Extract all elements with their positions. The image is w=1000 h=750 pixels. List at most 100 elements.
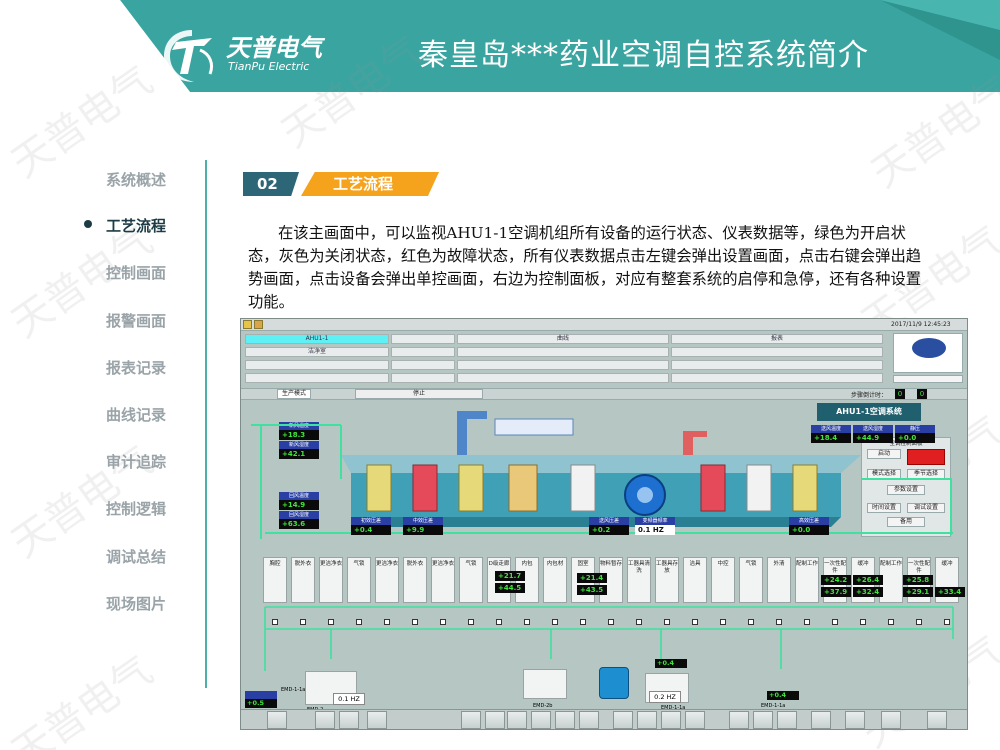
room-readout[interactable]: +21.4 (577, 573, 607, 583)
room-box[interactable]: 外清 (767, 557, 791, 603)
up-arrow-icon[interactable] (531, 711, 551, 729)
readout-label: 静压 (895, 425, 935, 433)
slide: 天普电气 TianPu Electric 秦皇岛***药业空调自控系统简介 天普… (0, 0, 1000, 750)
sound-icon[interactable] (881, 711, 901, 729)
readout-value: +9.9 (403, 525, 443, 535)
back-icon[interactable] (685, 711, 705, 729)
room-box[interactable]: 更洁净衣 (375, 557, 399, 603)
nav-row[interactable] (391, 360, 455, 370)
exhaust-pressure-value-2: +0.4 (655, 659, 687, 668)
tab-ahu[interactable]: AHU1-1 (245, 334, 389, 344)
user-icon[interactable] (315, 711, 335, 729)
readout-value: +0.4 (351, 525, 391, 535)
confirm-icon[interactable] (927, 711, 947, 729)
section-header: 02 工艺流程 (243, 172, 443, 196)
company-logo: 天普电气 TianPu Electric (160, 26, 350, 86)
unit-tag: EMD-1-1a (281, 687, 306, 693)
supply-air-temp-readout[interactable]: 送风温度 +18.4 (811, 425, 851, 443)
readout-value: +37.9 (821, 587, 851, 597)
room-readout[interactable]: +44.5 (495, 583, 525, 593)
tab-report[interactable]: 报表 (671, 334, 883, 344)
section-title: 工艺流程 (301, 172, 439, 196)
sidebar-item-overview[interactable]: 系统概述 (106, 169, 958, 190)
room-box[interactable]: 脱外衣 (403, 557, 427, 603)
supply-air-humidity-readout[interactable]: 送风湿度 +44.9 (853, 425, 893, 443)
clean-room-button[interactable]: 洁净室 (245, 347, 389, 357)
room-box[interactable]: 气锁 (739, 557, 763, 603)
room-readout[interactable]: +37.9 (821, 587, 851, 597)
tab-curve[interactable]: 曲线 (457, 334, 669, 344)
nav-row[interactable] (391, 334, 455, 344)
help-icon[interactable] (845, 711, 865, 729)
mode-label[interactable]: 生产模式 (277, 389, 311, 399)
watermark: 天普电气 (3, 647, 162, 750)
room-box[interactable]: 洁具 (683, 557, 707, 603)
readout-label: 高效压差 (789, 517, 829, 525)
left-arrow-icon[interactable] (507, 711, 527, 729)
right-arrow-icon[interactable] (579, 711, 599, 729)
room-readout[interactable]: +26.4 (853, 575, 883, 585)
room-box[interactable]: 配制工作 (795, 557, 819, 603)
refresh-icon[interactable] (613, 711, 633, 729)
readout-value: +25.8 (903, 575, 933, 585)
room-box[interactable]: 工器具存放 (655, 557, 679, 603)
nav-row[interactable] (391, 347, 455, 357)
static-pressure-readout[interactable]: 静压 +0.0 (895, 425, 935, 443)
refresh-alt-icon[interactable] (661, 711, 681, 729)
lock-icon[interactable] (254, 320, 263, 329)
play-icon[interactable] (267, 711, 287, 729)
nav-row[interactable] (391, 373, 455, 383)
primary-filter-dp-readout[interactable]: 初效压差 +0.4 (351, 517, 391, 535)
readout-label: 送风温度 (811, 425, 851, 433)
room-box[interactable]: 气锁 (347, 557, 371, 603)
readout-label: 初效压差 (351, 517, 391, 525)
medium-filter-dp-readout[interactable]: 中效压差 +9.9 (403, 517, 443, 535)
nav-row[interactable] (245, 360, 389, 370)
room-readout[interactable]: +21.7 (495, 571, 525, 581)
document-icon[interactable] (367, 711, 387, 729)
vfd-frequency-readout[interactable]: 变频器频率 0.1 HZ (635, 517, 675, 535)
save-icon[interactable] (753, 711, 773, 729)
nav-row[interactable] (671, 360, 883, 370)
room-readout[interactable]: +32.4 (853, 587, 883, 597)
return-unit[interactable] (523, 669, 567, 699)
room-box[interactable]: 更洁净衣 (431, 557, 455, 603)
down-arrow-icon[interactable] (555, 711, 575, 729)
supply-dp-readout[interactable]: 送风压差 +0.2 (589, 517, 629, 535)
room-box[interactable]: 工器具清洗 (627, 557, 651, 603)
nav-row[interactable] (245, 373, 389, 383)
readout-label: 中效压差 (403, 517, 443, 525)
readout-value: +18.4 (811, 433, 851, 443)
room-box[interactable]: 气锁 (459, 557, 483, 603)
readout-value: +0.0 (789, 525, 829, 535)
room-box[interactable]: 内包材 (543, 557, 567, 603)
room-box[interactable]: 脱外衣 (291, 557, 315, 603)
room-readout[interactable]: +29.1 (903, 587, 933, 597)
print-icon[interactable] (811, 711, 831, 729)
room-readout[interactable]: +33.4 (935, 587, 965, 597)
hepa-dp-readout[interactable]: 高效压差 +0.0 (789, 517, 829, 535)
readout-value: +24.2 (821, 575, 851, 585)
sync-icon[interactable] (637, 711, 657, 729)
first-page-icon[interactable] (461, 711, 481, 729)
room-readout[interactable]: +25.8 (903, 575, 933, 585)
scada-timestamp: 2017/11/9 12:45:23 (891, 321, 951, 328)
description-paragraph: 在该主画面中，可以监视AHU1-1空调机组所有设备的运行状态、仪表数据等，绿色为… (248, 224, 922, 311)
nav-row[interactable] (457, 360, 669, 370)
edit-icon[interactable] (729, 711, 749, 729)
room-readout[interactable]: +24.2 (821, 575, 851, 585)
nav-row[interactable] (671, 347, 883, 357)
room-box[interactable]: 胸腔 (263, 557, 287, 603)
folder-icon[interactable] (243, 320, 252, 329)
nav-row[interactable] (457, 373, 669, 383)
room-box[interactable]: 中控 (711, 557, 735, 603)
nav-row[interactable] (671, 373, 883, 383)
next-icon[interactable] (485, 711, 505, 729)
nav-row[interactable] (457, 347, 669, 357)
room-box[interactable]: 更洁净衣 (319, 557, 343, 603)
user-field[interactable] (893, 375, 963, 383)
dehumidifier-unit[interactable] (599, 667, 629, 699)
room-readout[interactable]: +43.5 (577, 585, 607, 595)
user-group-icon[interactable] (339, 711, 359, 729)
delete-icon[interactable] (777, 711, 797, 729)
